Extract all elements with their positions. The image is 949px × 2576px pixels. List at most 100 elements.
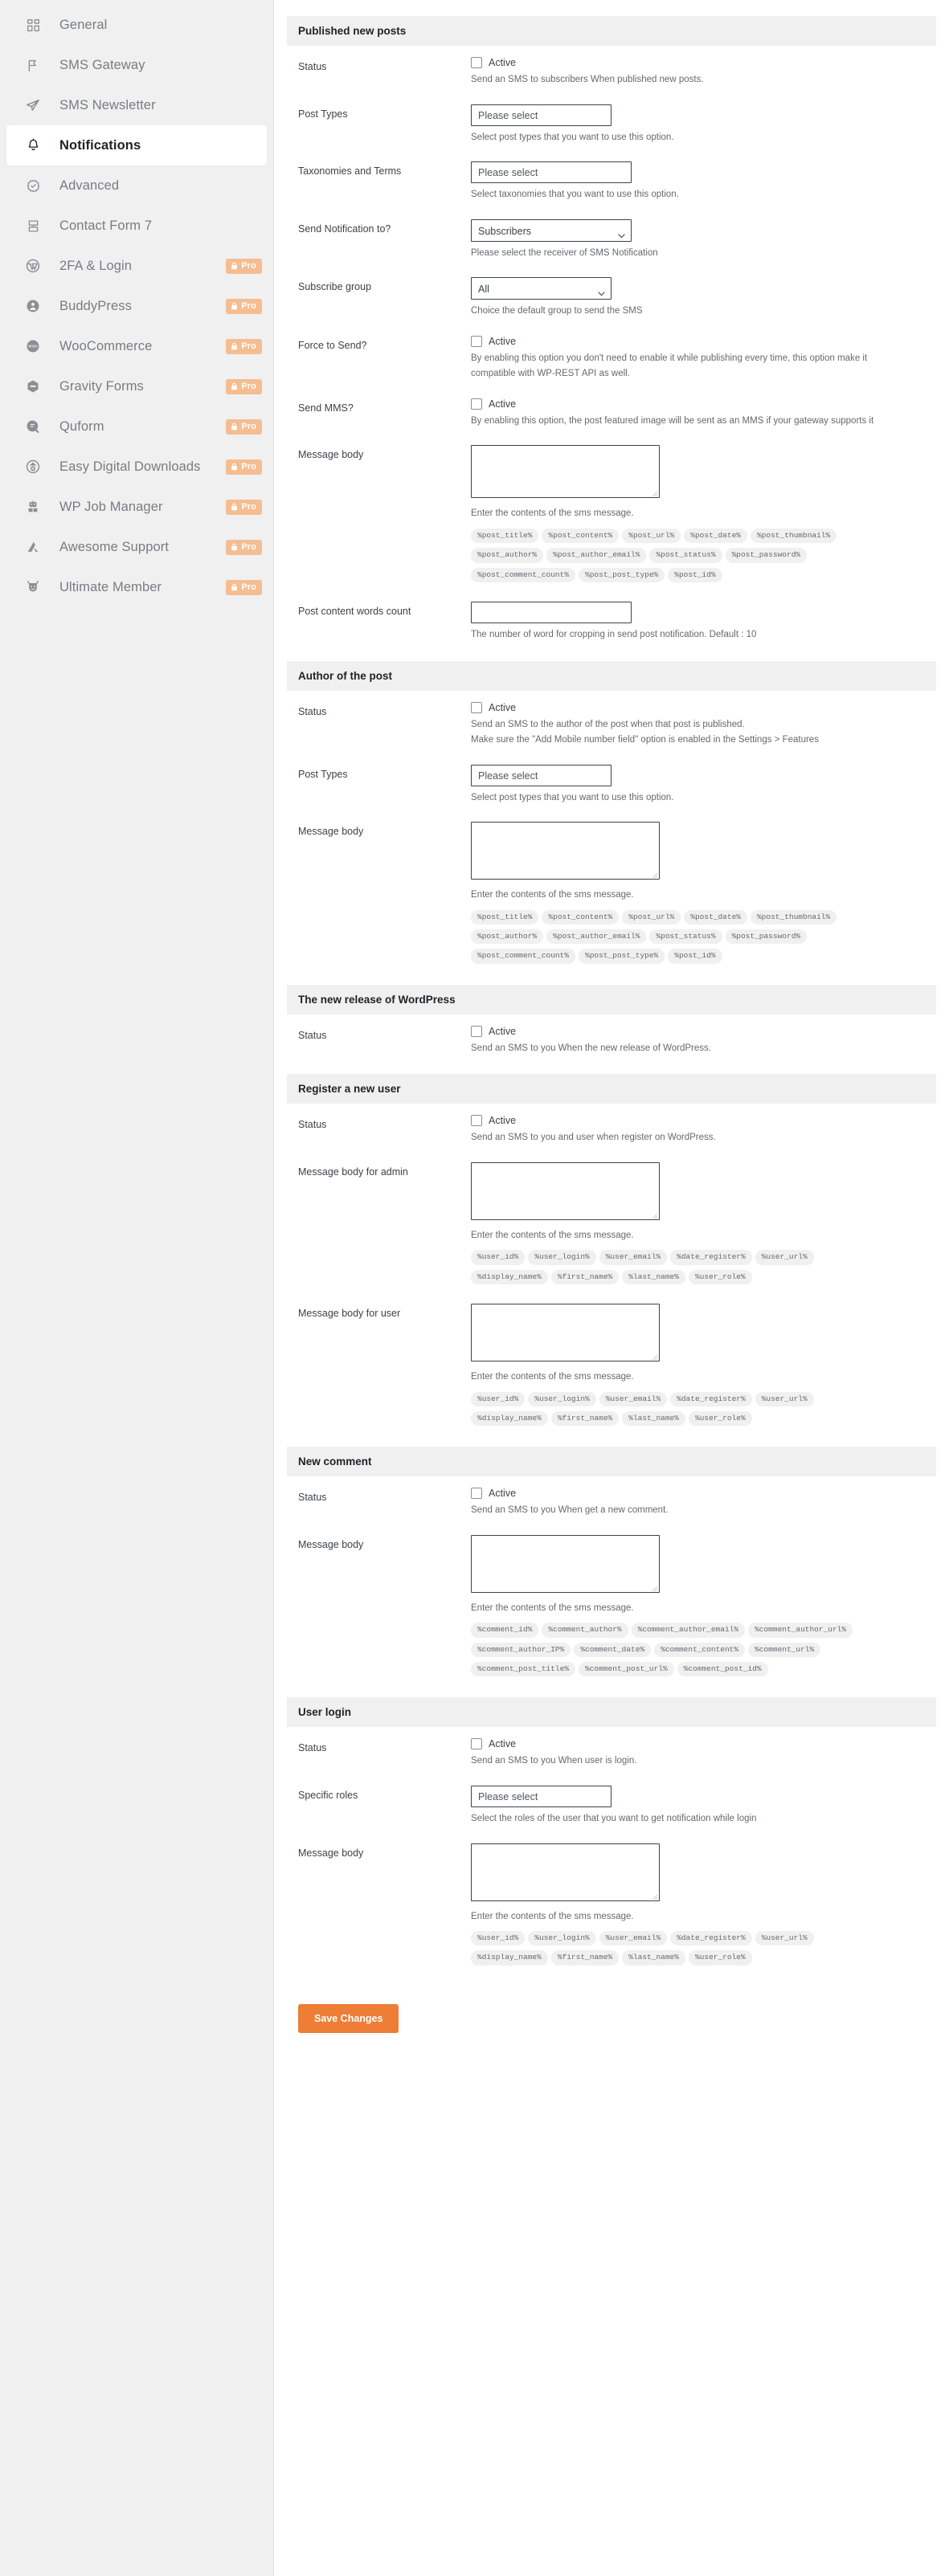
variable-tag[interactable]: %display_name% <box>471 1269 548 1285</box>
variable-tag[interactable]: %post_author_email% <box>546 929 647 945</box>
force-to-send-checkbox[interactable] <box>471 335 482 347</box>
login-message-body-textarea[interactable] <box>471 1843 660 1901</box>
variable-tag[interactable]: %post_content% <box>542 909 620 925</box>
message-body-user-textarea[interactable] <box>471 1304 660 1362</box>
sidebar-item-general[interactable]: General <box>0 5 273 45</box>
variable-tag[interactable]: %post_thumbnail% <box>750 909 837 925</box>
variable-tag[interactable]: %post_comment_count% <box>471 567 576 582</box>
variable-tag[interactable]: %user_role% <box>688 1269 752 1285</box>
author-status-checkbox-row[interactable]: Active <box>471 701 936 713</box>
send-mms-checkbox[interactable] <box>471 398 482 410</box>
pro-badge[interactable]: Pro <box>226 378 262 394</box>
variable-tag[interactable]: %date_register% <box>670 1250 752 1265</box>
sidebar-item-contact-form-7[interactable]: Contact Form 7 <box>0 206 273 246</box>
variable-tag[interactable]: %user_url% <box>755 1931 814 1946</box>
send-notification-to-select[interactable]: Subscribers <box>471 218 632 242</box>
variable-tag[interactable]: %user_id% <box>471 1931 526 1946</box>
post-types-select[interactable]: Please select <box>471 104 612 126</box>
variable-tag[interactable]: %comment_post_title% <box>471 1662 576 1677</box>
variable-tag[interactable]: %user_email% <box>599 1931 668 1946</box>
variable-tag[interactable]: %post_url% <box>622 528 681 544</box>
variable-tag[interactable]: %post_thumbnail% <box>750 528 837 544</box>
variable-tag[interactable]: %comment_url% <box>748 1642 821 1658</box>
variable-tag[interactable]: %comment_content% <box>654 1642 746 1658</box>
variable-tag[interactable]: %comment_post_id% <box>677 1662 768 1677</box>
variable-tag[interactable]: %post_post_type% <box>579 949 665 964</box>
subscribe-group-select[interactable]: All <box>471 277 612 300</box>
variable-tag[interactable]: %comment_author_url% <box>748 1623 853 1638</box>
variable-tag[interactable]: %post_status% <box>649 548 722 563</box>
author-post-types-select[interactable]: Please select <box>471 764 612 786</box>
variable-tag[interactable]: %user_url% <box>755 1250 814 1265</box>
variable-tag[interactable]: %date_register% <box>670 1391 752 1406</box>
variable-tag[interactable]: %user_login% <box>528 1931 596 1946</box>
login-status-checkbox[interactable] <box>471 1738 482 1750</box>
sidebar-item-awesome-support[interactable]: Awesome Support Pro <box>0 527 273 567</box>
variable-tag[interactable]: %last_name% <box>622 1410 685 1427</box>
variable-tag[interactable]: %date_register% <box>670 1931 752 1946</box>
pro-badge[interactable]: Pro <box>226 298 262 314</box>
login-status-checkbox-row[interactable]: Active <box>471 1738 936 1750</box>
variable-tag[interactable]: %post_title% <box>471 528 539 544</box>
variable-tag[interactable]: %user_login% <box>528 1250 596 1265</box>
sidebar-item-woocommerce[interactable]: WOO WooCommerce Pro <box>0 326 273 366</box>
variable-tag[interactable]: %user_url% <box>755 1391 814 1406</box>
variable-tag[interactable]: %post_password% <box>725 548 808 563</box>
sidebar-item-ultimate-member[interactable]: Ultimate Member Pro <box>0 567 273 607</box>
variable-tag[interactable]: %post_post_type% <box>579 567 665 582</box>
taxonomies-select[interactable]: Please select <box>471 161 632 184</box>
variable-tag[interactable]: %user_email% <box>599 1250 668 1265</box>
sidebar-item-buddypress[interactable]: BuddyPress Pro <box>0 286 273 326</box>
author-status-checkbox[interactable] <box>471 701 482 713</box>
variable-tag[interactable]: %post_status% <box>649 929 722 945</box>
variable-tag[interactable]: %post_title% <box>471 909 539 925</box>
comment-status-checkbox[interactable] <box>471 1488 482 1500</box>
sidebar-item-quform[interactable]: Quform Pro <box>0 406 273 447</box>
release-status-checkbox[interactable] <box>471 1025 482 1037</box>
sidebar-item-gravity-forms[interactable]: Gravity Forms Pro <box>0 366 273 406</box>
sidebar-item-notifications[interactable]: Notifications <box>6 125 267 165</box>
variable-tag[interactable]: %first_name% <box>550 1950 620 1966</box>
variable-tag[interactable]: %last_name% <box>622 1950 685 1966</box>
author-message-body-textarea[interactable] <box>471 822 660 880</box>
pro-badge[interactable]: Pro <box>226 459 262 475</box>
variable-tag[interactable]: %first_name% <box>550 1410 620 1427</box>
variable-tag[interactable]: %comment_post_url% <box>579 1662 674 1677</box>
sidebar-item-sms-newsletter[interactable]: SMS Newsletter <box>0 85 273 125</box>
sidebar-item-2fa-login[interactable]: 2FA & Login Pro <box>0 246 273 286</box>
save-changes-button[interactable]: Save Changes <box>298 2003 399 2033</box>
variable-tag[interactable]: %user_role% <box>688 1950 752 1966</box>
variable-tag[interactable]: %comment_id% <box>471 1623 539 1638</box>
variable-tag[interactable]: %display_name% <box>471 1950 548 1966</box>
variable-tag[interactable]: %comment_author_email% <box>631 1623 746 1638</box>
pro-badge[interactable]: Pro <box>226 338 262 354</box>
status-checkbox[interactable] <box>471 57 482 68</box>
sidebar-item-advanced[interactable]: Advanced <box>0 165 273 206</box>
variable-tag[interactable]: %user_email% <box>599 1391 668 1406</box>
variable-tag[interactable]: %user_role% <box>688 1410 752 1427</box>
message-body-admin-textarea[interactable] <box>471 1161 660 1220</box>
pro-badge[interactable]: Pro <box>226 418 262 435</box>
variable-tag[interactable]: %comment_date% <box>574 1642 652 1658</box>
sidebar-item-sms-gateway[interactable]: SMS Gateway <box>0 45 273 85</box>
variable-tag[interactable]: %post_id% <box>668 567 722 582</box>
variable-tag[interactable]: %post_date% <box>684 909 747 925</box>
sidebar-item-easy-digital-downloads[interactable]: $ Easy Digital Downloads Pro <box>0 447 273 487</box>
force-to-send-checkbox-row[interactable]: Active <box>471 335 936 347</box>
message-body-textarea[interactable] <box>471 445 660 499</box>
variable-tag[interactable]: %post_author% <box>471 548 544 563</box>
pro-badge[interactable]: Pro <box>226 579 262 595</box>
variable-tag[interactable]: %post_author% <box>471 929 544 945</box>
release-status-checkbox-row[interactable]: Active <box>471 1025 936 1037</box>
variable-tag[interactable]: %post_content% <box>542 528 620 544</box>
variable-tag[interactable]: %post_id% <box>668 949 722 964</box>
variable-tag[interactable]: %post_comment_count% <box>471 949 576 964</box>
sidebar-item-wp-job-manager[interactable]: WP Job Manager Pro <box>0 487 273 527</box>
variable-tag[interactable]: %last_name% <box>622 1269 685 1285</box>
pro-badge[interactable]: Pro <box>226 499 262 515</box>
variable-tag[interactable]: %comment_author% <box>542 1623 628 1638</box>
pro-badge[interactable]: Pro <box>226 258 262 274</box>
variable-tag[interactable]: %post_password% <box>725 929 808 945</box>
variable-tag[interactable]: %comment_author_IP% <box>471 1642 571 1658</box>
comment-status-checkbox-row[interactable]: Active <box>471 1488 936 1500</box>
